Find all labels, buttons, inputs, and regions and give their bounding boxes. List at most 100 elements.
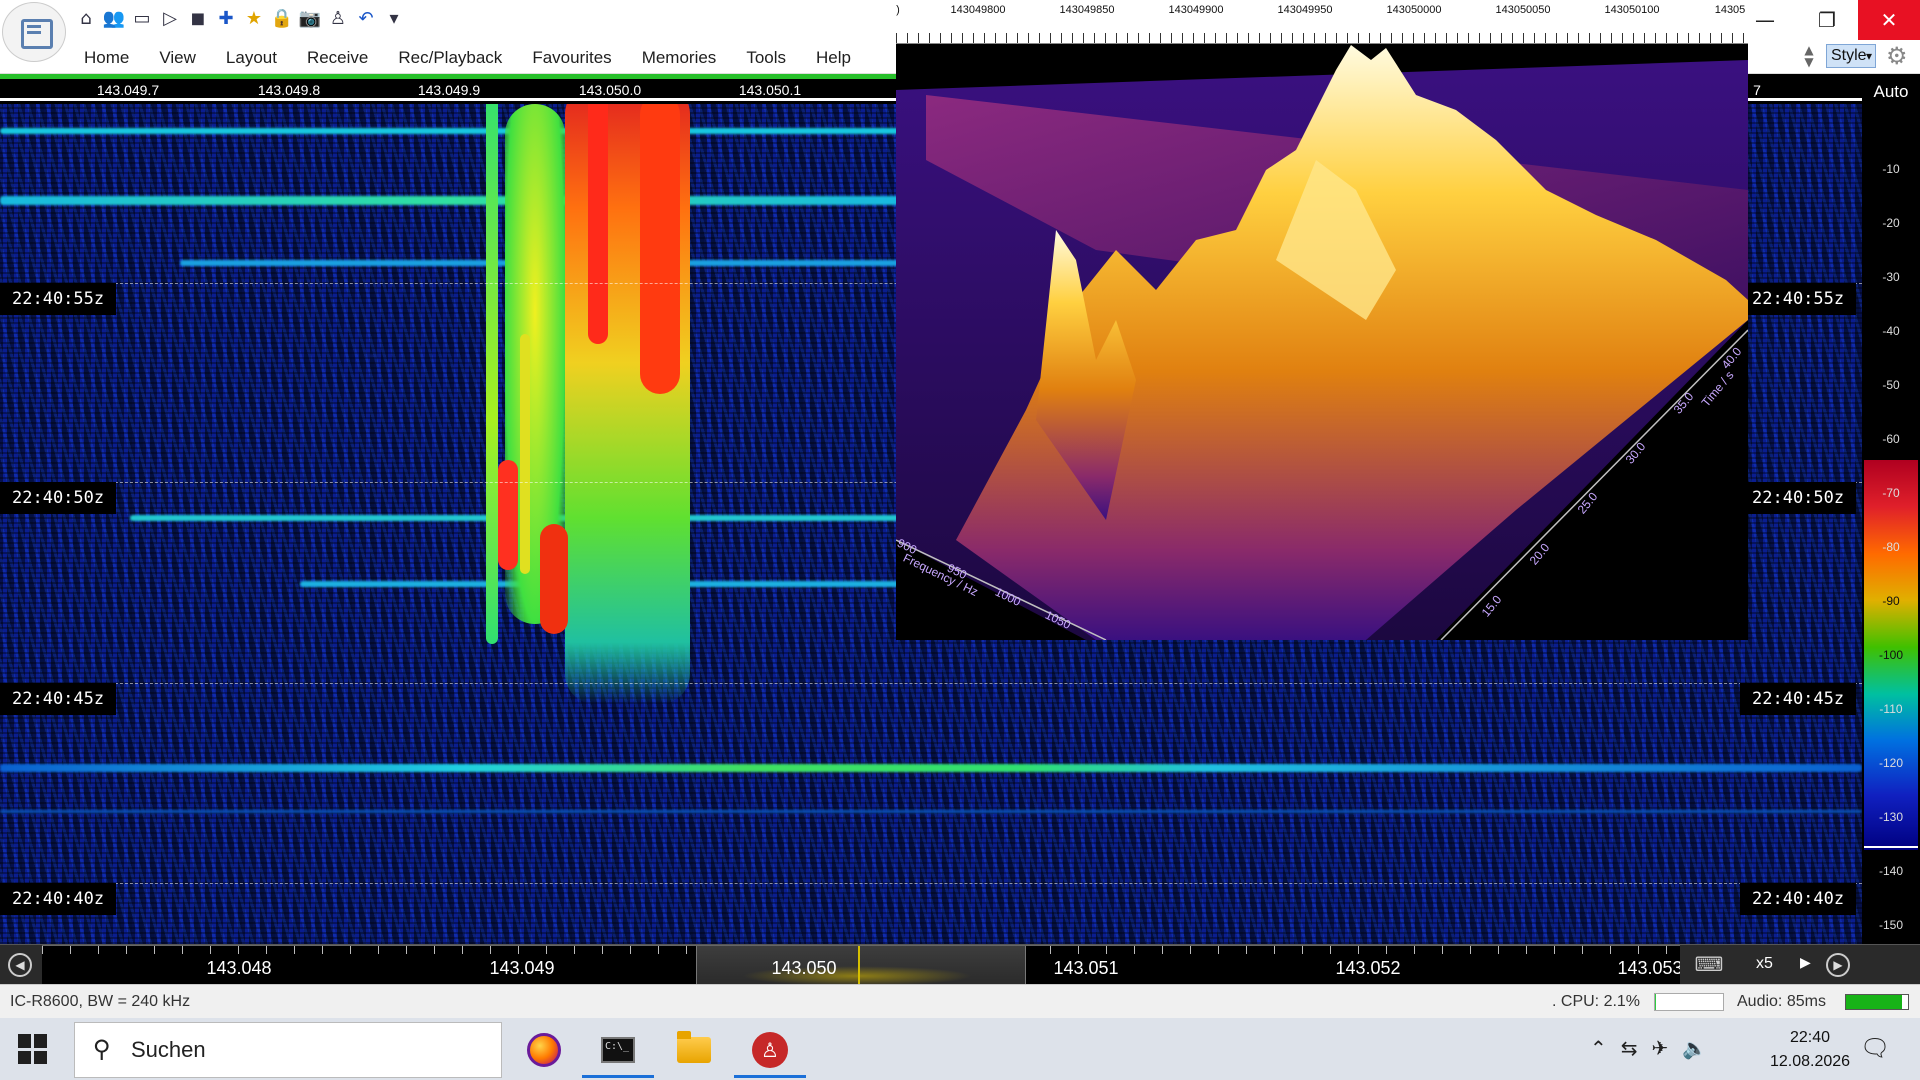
folder-icon <box>677 1031 711 1063</box>
volume-icon[interactable]: 🔈 <box>1682 1036 1707 1060</box>
tab-layout[interactable]: Layout <box>226 48 277 68</box>
tuning-marker[interactable] <box>858 946 860 985</box>
camera-icon[interactable]: 📷 <box>298 6 322 30</box>
tab-receive[interactable]: Receive <box>307 48 368 68</box>
time-gridline <box>0 883 1862 884</box>
time-label: 22:40:40z <box>0 883 117 915</box>
frequency-bar: ◀ 143.048 143.049 143.050 143.051 143.05… <box>0 944 1920 985</box>
level-tick: -30 <box>1882 270 1900 284</box>
time-label: 22:40:40z <box>1740 883 1857 915</box>
freq-label: 143.052 <box>1335 958 1401 978</box>
top-freq-label: 143.049.8 <box>257 82 321 98</box>
search-placeholder: Suchen <box>131 1037 206 1062</box>
level-tick: -120 <box>1878 756 1904 770</box>
signal-burst <box>498 460 518 570</box>
scroll-left-button[interactable]: ◀ <box>8 953 32 977</box>
tab-rec-playback[interactable]: Rec/Playback <box>398 48 502 68</box>
scroll-right-button[interactable]: ▶ <box>1826 953 1850 977</box>
level-tick: -10 <box>1882 162 1900 176</box>
zoom-arrow-icon[interactable]: ▶ <box>1800 955 1811 971</box>
audio-meter <box>1845 994 1909 1010</box>
network-icon[interactable]: ⇆ <box>1621 1036 1638 1060</box>
home-icon[interactable]: ⌂ <box>74 6 98 30</box>
freq-label: 143.048 <box>206 958 272 978</box>
style-dropdown[interactable]: Style <box>1826 44 1876 68</box>
freq-label: 143.051 <box>1053 958 1119 978</box>
undo-icon[interactable]: ↶ <box>354 6 378 30</box>
cpu-status: . CPU: 2.1% <box>1552 993 1641 1010</box>
taskbar-file-explorer[interactable] <box>658 1024 730 1076</box>
ribbon-tabs: Home View Layout Receive Rec/Playback Fa… <box>84 48 851 68</box>
level-tick: -100 <box>1878 648 1904 662</box>
status-bar: IC-R8600, BW = 240 kHz . CPU: 2.1% Audio… <box>0 984 1920 1018</box>
tab-favourites[interactable]: Favourites <box>532 48 611 68</box>
restore-button[interactable]: ❐ <box>1796 0 1858 40</box>
clock-time: 22:40 <box>1789 1029 1831 1046</box>
tab-tools[interactable]: Tools <box>746 48 786 68</box>
settings-gear-icon[interactable]: ⚙ <box>1886 42 1914 70</box>
time-label: 22:40:45z <box>0 683 117 715</box>
clock-date: 12.08.2026 <box>1769 1053 1851 1070</box>
signal-burst <box>540 524 568 634</box>
play-icon[interactable]: ▷ <box>158 6 182 30</box>
level-tick: -50 <box>1882 378 1900 392</box>
level-threshold-marker[interactable] <box>1864 846 1918 848</box>
antenna-icon[interactable]: ♙ <box>326 6 350 30</box>
sdr-app-window: ⌂ 👥 ▭ ▷ ◼ ✚ ★ 🔒 📷 ♙ ↶ ▾ — ❐ ✕ Home View Layout Rece… <box>0 0 1920 1080</box>
airplane-mode-icon[interactable]: ✈ <box>1652 1036 1669 1060</box>
frequency-scale[interactable]: 143.048 143.049 143.050 143.051 143.052 … <box>42 945 1680 985</box>
taskbar-terminal[interactable]: C:\_ <box>582 1024 654 1078</box>
level-tick: -70 <box>1882 486 1900 500</box>
ribbon-collapse-icon[interactable]: ▲ ▼ <box>1798 44 1820 70</box>
star-icon[interactable]: ★ <box>242 6 266 30</box>
time-label: 22:40:55z <box>1740 283 1857 315</box>
folder-icon[interactable]: ▭ <box>130 6 154 30</box>
taskbar-sdr-app[interactable]: ♙ <box>734 1024 806 1078</box>
3d-surface-graphic <box>896 45 1748 640</box>
signal-burst <box>640 104 680 394</box>
users-icon[interactable]: 👥 <box>102 6 126 30</box>
windows-taskbar: ⚲ Suchen C:\_ ♙ ⌃ ⇆ ✈ 🔈 22:40 12.08.2026… <box>0 1018 1920 1080</box>
firefox-icon <box>527 1033 561 1067</box>
more-icon[interactable]: ▾ <box>382 6 406 30</box>
sdr-app-icon: ♙ <box>752 1032 788 1068</box>
tab-view[interactable]: View <box>159 48 196 68</box>
time-gridline <box>0 683 1862 684</box>
level-mode-label[interactable]: Auto <box>1862 82 1920 102</box>
start-button[interactable] <box>18 1034 48 1064</box>
level-tick: -150 <box>1878 918 1904 932</box>
top-freq-label: 143.049.7 <box>96 82 160 98</box>
tab-help[interactable]: Help <box>816 48 851 68</box>
freq-label: 143.050 <box>771 958 837 978</box>
level-tick: -140 <box>1878 864 1904 878</box>
time-label: 22:40:50z <box>1740 482 1857 514</box>
taskbar-clock[interactable]: 22:40 12.08.2026 <box>1750 1026 1870 1074</box>
keyboard-icon[interactable]: ⌨ <box>1692 953 1726 977</box>
level-tick: -130 <box>1878 810 1904 824</box>
app-menu-logo-icon[interactable] <box>2 2 66 62</box>
3d-spectrum-plot[interactable]: ) 143049800 143049850 143049900 14304995… <box>896 0 1748 640</box>
freq-label: 143.049 <box>489 958 555 978</box>
tab-memories[interactable]: Memories <box>642 48 717 68</box>
search-icon: ⚲ <box>93 1035 111 1063</box>
taskbar-search[interactable]: ⚲ Suchen <box>74 1022 502 1078</box>
terminal-icon: C:\_ <box>601 1037 635 1063</box>
tray-overflow-icon[interactable]: ⌃ <box>1590 1036 1607 1060</box>
time-label: 22:40:55z <box>0 283 117 315</box>
stop-icon[interactable]: ◼ <box>186 6 210 30</box>
close-button[interactable]: ✕ <box>1858 0 1920 40</box>
signal-level-scale[interactable]: Auto -10 -20 -30 -40 -50 -60 -70 -80 -90… <box>1862 74 1920 944</box>
add-icon[interactable]: ✚ <box>214 6 238 30</box>
taskbar-firefox[interactable] <box>508 1024 580 1076</box>
top-freq-label: 143.050.0 <box>578 82 642 98</box>
notification-icon[interactable]: 🗨 <box>1860 1034 1890 1062</box>
level-tick: -40 <box>1882 324 1900 338</box>
carrier-trace <box>0 196 900 205</box>
time-label: 22:40:50z <box>0 482 117 514</box>
lock-icon[interactable]: 🔒 <box>270 6 294 30</box>
level-tick: -60 <box>1882 432 1900 446</box>
freq-label: 143.053 <box>1617 958 1680 978</box>
zoom-level[interactable]: x5 <box>1756 955 1773 973</box>
top-freq-label: 143.049.9 <box>417 82 481 98</box>
tab-home[interactable]: Home <box>84 48 129 68</box>
